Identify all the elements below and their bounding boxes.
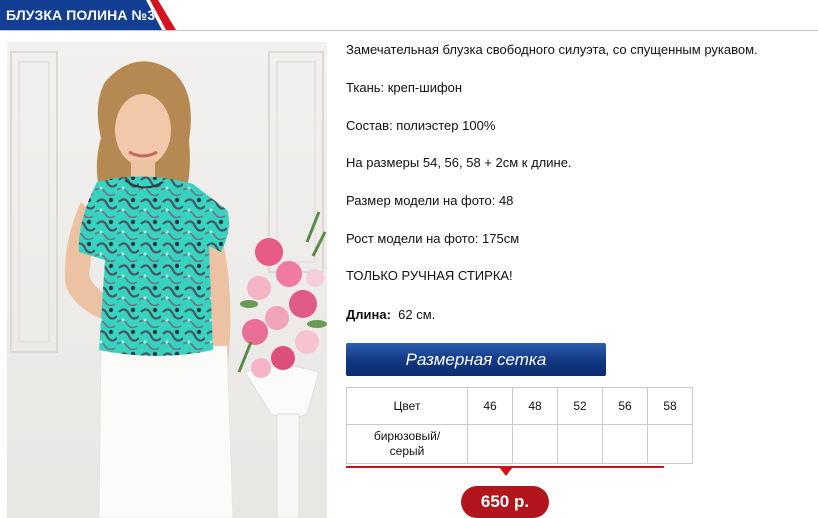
composition-text: Состав: полиэстер 100% — [346, 118, 496, 133]
size-table-header-row: Цвет 46 48 52 56 58 — [346, 387, 693, 425]
color-header: Цвет — [346, 387, 468, 425]
title-divider — [0, 30, 818, 31]
product-photo[interactable] — [7, 42, 327, 518]
length-label: Длина: — [346, 307, 391, 322]
price-badge: 650 р. — [461, 486, 549, 518]
color-name-line-1: бирюзовый/ — [373, 429, 441, 443]
size-48: 48 — [512, 387, 558, 425]
size-table: Цвет 46 48 52 56 58 бирюзовый/ серый — [346, 387, 693, 464]
length-row: Длина: 62 см. — [346, 307, 435, 322]
size-cell — [467, 424, 513, 464]
model-height-text: Рост модели на фото: 175см — [346, 231, 520, 246]
size-46: 46 — [467, 387, 513, 425]
fabric-text: Ткань: креп-шифон — [346, 80, 463, 95]
size-58: 58 — [647, 387, 693, 425]
size-cell — [602, 424, 648, 464]
size-cell — [647, 424, 693, 464]
size-cell — [512, 424, 558, 464]
product-title-tab: БЛУЗКА ПОЛИНА №3 — [0, 0, 178, 30]
size-cell — [557, 424, 603, 464]
product-title: БЛУЗКА ПОЛИНА №3 — [6, 7, 156, 23]
length-value: 62 см. — [398, 307, 436, 322]
color-cell: бирюзовый/ серый — [346, 424, 468, 464]
sizes-text: На размеры 54, 56, 58 + 2см к длине. — [346, 155, 572, 170]
color-name-line-2: серый — [389, 444, 425, 458]
size-table-row: бирюзовый/ серый — [346, 424, 693, 464]
size-52: 52 — [557, 387, 603, 425]
size-chart-button[interactable]: Размерная сетка — [346, 343, 606, 376]
model-size-text: Размер модели на фото: 48 — [346, 193, 514, 208]
description-line-1: Замечательная блузка свободного силуэта,… — [346, 42, 758, 57]
size-56: 56 — [602, 387, 648, 425]
product-photo-image — [7, 42, 327, 518]
wash-warning: ТОЛЬКО РУЧНАЯ СТИРКА! — [346, 268, 513, 283]
price-pointer-icon — [499, 467, 513, 476]
